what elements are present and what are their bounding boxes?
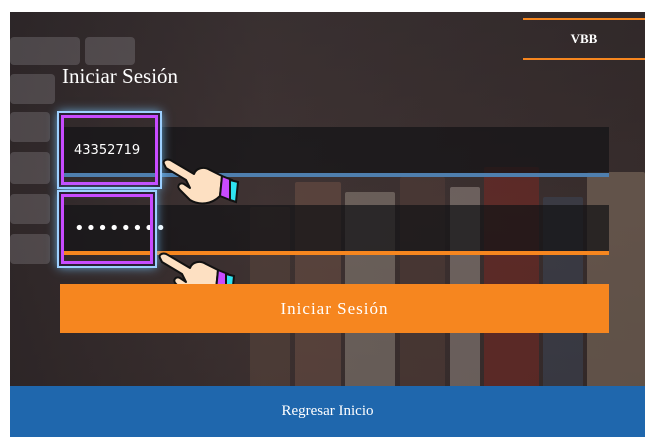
username-input[interactable] (74, 127, 594, 173)
username-field[interactable] (60, 127, 609, 177)
login-panel: VBB Iniciar Sesión Iniciar Sesión Regres… (10, 12, 645, 437)
pointing-hand-icon (162, 158, 240, 205)
password-field[interactable] (60, 205, 609, 255)
login-title: Iniciar Sesión (62, 64, 179, 88)
password-input[interactable] (74, 205, 594, 251)
login-submit-button[interactable]: Iniciar Sesión (60, 284, 609, 333)
brand-logo: VBB (523, 18, 645, 60)
back-home-link[interactable]: Regresar Inicio (10, 386, 645, 437)
